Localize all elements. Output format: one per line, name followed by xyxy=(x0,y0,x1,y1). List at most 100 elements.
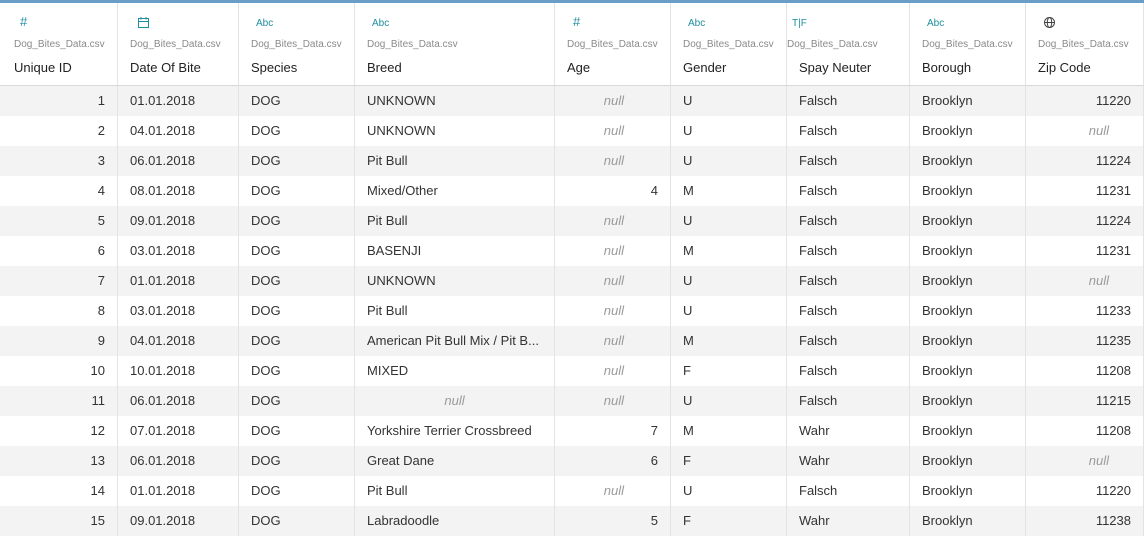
cell-id[interactable]: 1 xyxy=(0,86,118,116)
cell-spay[interactable]: Falsch xyxy=(787,296,910,326)
table-row[interactable]: 8 03.01.2018 DOG Pit Bull null U Falsch Brookly… xyxy=(0,296,1144,326)
column-header-spay[interactable]: T|F Dog_Bites_Data.csv Spay Neuter xyxy=(787,3,910,85)
cell-zip[interactable]: 11220 xyxy=(1026,476,1144,506)
column-header-zip[interactable]: Dog_Bites_Data.csv Zip Code xyxy=(1026,3,1144,85)
cell-id[interactable]: 2 xyxy=(0,116,118,146)
cell-age[interactable]: null xyxy=(555,116,671,146)
cell-species[interactable]: DOG xyxy=(239,296,355,326)
cell-zip[interactable]: 11208 xyxy=(1026,416,1144,446)
cell-spay[interactable]: Wahr xyxy=(787,506,910,536)
cell-date[interactable]: 07.01.2018 xyxy=(118,416,239,446)
cell-breed[interactable]: Yorkshire Terrier Crossbreed xyxy=(355,416,555,446)
cell-id[interactable]: 14 xyxy=(0,476,118,506)
cell-date[interactable]: 10.01.2018 xyxy=(118,356,239,386)
cell-borough[interactable]: Brooklyn xyxy=(910,506,1026,536)
cell-age[interactable]: null xyxy=(555,296,671,326)
cell-spay[interactable]: Falsch xyxy=(787,176,910,206)
cell-gender[interactable]: U xyxy=(671,476,787,506)
table-row[interactable]: 4 08.01.2018 DOG Mixed/Other 4 M Falsch Brookly… xyxy=(0,176,1144,206)
cell-zip[interactable]: 11235 xyxy=(1026,326,1144,356)
cell-gender[interactable]: U xyxy=(671,296,787,326)
cell-date[interactable]: 01.01.2018 xyxy=(118,266,239,296)
cell-age[interactable]: 6 xyxy=(555,446,671,476)
cell-age[interactable]: null xyxy=(555,266,671,296)
cell-gender[interactable]: F xyxy=(671,506,787,536)
cell-species[interactable]: DOG xyxy=(239,416,355,446)
cell-age[interactable]: null xyxy=(555,146,671,176)
cell-zip[interactable]: null xyxy=(1026,266,1144,296)
cell-borough[interactable]: Brooklyn xyxy=(910,86,1026,116)
cell-date[interactable]: 09.01.2018 xyxy=(118,506,239,536)
cell-date[interactable]: 01.01.2018 xyxy=(118,86,239,116)
table-row[interactable]: 9 04.01.2018 DOG American Pit Bull Mix / Pi… xyxy=(0,326,1144,356)
cell-breed[interactable]: Mixed/Other xyxy=(355,176,555,206)
cell-gender[interactable]: U xyxy=(671,86,787,116)
cell-date[interactable]: 01.01.2018 xyxy=(118,476,239,506)
cell-spay[interactable]: Falsch xyxy=(787,356,910,386)
cell-age[interactable]: 7 xyxy=(555,416,671,446)
cell-id[interactable]: 15 xyxy=(0,506,118,536)
cell-zip[interactable]: 11208 xyxy=(1026,356,1144,386)
cell-gender[interactable]: U xyxy=(671,266,787,296)
cell-gender[interactable]: M xyxy=(671,416,787,446)
cell-date[interactable]: 09.01.2018 xyxy=(118,206,239,236)
cell-gender[interactable]: F xyxy=(671,356,787,386)
cell-spay[interactable]: Falsch xyxy=(787,326,910,356)
cell-borough[interactable]: Brooklyn xyxy=(910,146,1026,176)
cell-borough[interactable]: Brooklyn xyxy=(910,326,1026,356)
cell-borough[interactable]: Brooklyn xyxy=(910,176,1026,206)
cell-species[interactable]: DOG xyxy=(239,326,355,356)
cell-borough[interactable]: Brooklyn xyxy=(910,386,1026,416)
table-row[interactable]: 7 01.01.2018 DOG UNKNOWN null U Falsch Brooklyn… xyxy=(0,266,1144,296)
cell-breed[interactable]: Labradoodle xyxy=(355,506,555,536)
cell-id[interactable]: 4 xyxy=(0,176,118,206)
cell-age[interactable]: 5 xyxy=(555,506,671,536)
cell-date[interactable]: 04.01.2018 xyxy=(118,326,239,356)
cell-spay[interactable]: Falsch xyxy=(787,116,910,146)
cell-zip[interactable]: 11238 xyxy=(1026,506,1144,536)
cell-species[interactable]: DOG xyxy=(239,146,355,176)
cell-borough[interactable]: Brooklyn xyxy=(910,236,1026,266)
cell-species[interactable]: DOG xyxy=(239,446,355,476)
cell-zip[interactable]: 11215 xyxy=(1026,386,1144,416)
column-header-id[interactable]: # Dog_Bites_Data.csv Unique ID xyxy=(0,3,118,85)
cell-spay[interactable]: Falsch xyxy=(787,386,910,416)
cell-id[interactable]: 13 xyxy=(0,446,118,476)
cell-id[interactable]: 12 xyxy=(0,416,118,446)
cell-spay[interactable]: Falsch xyxy=(787,146,910,176)
cell-date[interactable]: 03.01.2018 xyxy=(118,296,239,326)
table-row[interactable]: 12 07.01.2018 DOG Yorkshire Terrier Crossbr… xyxy=(0,416,1144,446)
column-header-gender[interactable]: Abc Dog_Bites_Data.csv Gender xyxy=(671,3,787,85)
cell-borough[interactable]: Brooklyn xyxy=(910,296,1026,326)
cell-gender[interactable]: F xyxy=(671,446,787,476)
cell-age[interactable]: null xyxy=(555,476,671,506)
cell-species[interactable]: DOG xyxy=(239,476,355,506)
cell-date[interactable]: 06.01.2018 xyxy=(118,146,239,176)
cell-breed[interactable]: BASENJI xyxy=(355,236,555,266)
cell-gender[interactable]: U xyxy=(671,116,787,146)
table-row[interactable]: 13 06.01.2018 DOG Great Dane 6 F Wahr Brooklyn n… xyxy=(0,446,1144,476)
cell-breed[interactable]: UNKNOWN xyxy=(355,266,555,296)
table-row[interactable]: 15 09.01.2018 DOG Labradoodle 5 F Wahr Brooklyn… xyxy=(0,506,1144,536)
cell-zip[interactable]: null xyxy=(1026,116,1144,146)
table-row[interactable]: 6 03.01.2018 DOG BASENJI null M Falsch Brooklyn… xyxy=(0,236,1144,266)
column-header-species[interactable]: Abc Dog_Bites_Data.csv Species xyxy=(239,3,355,85)
table-row[interactable]: 2 04.01.2018 DOG UNKNOWN null U Falsch Brooklyn… xyxy=(0,116,1144,146)
cell-id[interactable]: 11 xyxy=(0,386,118,416)
cell-borough[interactable]: Brooklyn xyxy=(910,476,1026,506)
cell-species[interactable]: DOG xyxy=(239,236,355,266)
column-header-age[interactable]: # Dog_Bites_Data.csv Age xyxy=(555,3,671,85)
cell-spay[interactable]: Falsch xyxy=(787,476,910,506)
table-row[interactable]: 1 01.01.2018 DOG UNKNOWN null U Falsch Brooklyn… xyxy=(0,86,1144,116)
cell-borough[interactable]: Brooklyn xyxy=(910,416,1026,446)
cell-spay[interactable]: Wahr xyxy=(787,416,910,446)
cell-date[interactable]: 08.01.2018 xyxy=(118,176,239,206)
cell-date[interactable]: 06.01.2018 xyxy=(118,446,239,476)
cell-breed[interactable]: UNKNOWN xyxy=(355,86,555,116)
cell-gender[interactable]: M xyxy=(671,176,787,206)
cell-date[interactable]: 04.01.2018 xyxy=(118,116,239,146)
table-row[interactable]: 11 06.01.2018 DOG null null U Falsch Brooklyn 11… xyxy=(0,386,1144,416)
cell-breed[interactable]: null xyxy=(355,386,555,416)
cell-age[interactable]: null xyxy=(555,236,671,266)
cell-breed[interactable]: UNKNOWN xyxy=(355,116,555,146)
